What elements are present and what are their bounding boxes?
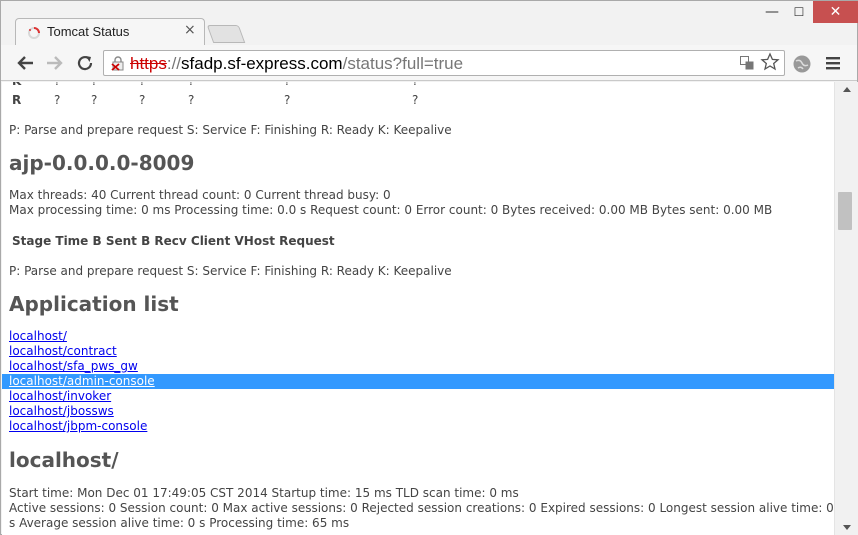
table-cell: ? [284,93,291,107]
url-host: sfadp.sf-express.com [181,54,343,73]
table-cell: ? [91,93,98,107]
insecure-lock-icon[interactable] [110,55,126,71]
forward-button[interactable] [43,52,67,74]
reload-button[interactable] [73,52,97,74]
connector-processing: Max processing time: 0 ms Processing tim… [9,203,773,217]
scroll-down-button[interactable] [835,521,858,535]
browser-window: Tomcat Status × — ☐ ✕ https://sfadp.sf-e… [0,0,858,535]
scrollbar-thumb[interactable] [838,192,852,230]
app-link-root[interactable]: localhost/ [2,329,834,344]
app-link-jbossws[interactable]: localhost/jbossws [2,404,834,419]
connector-title: ajp-0.0.0.0-8009 [9,151,195,175]
table-cell: ? [412,93,419,107]
vertical-scrollbar[interactable] [834,82,858,535]
app-detail-title: localhost/ [9,448,119,472]
app-link-invoker[interactable]: localhost/invoker [2,389,834,404]
app-sessions: Active sessions: 0 Session count: 0 Max … [9,501,834,515]
table-cell: ? [412,82,418,88]
application-list: localhost/ localhost/contract localhost/… [2,329,834,434]
table-cell: ? [139,93,146,107]
bookmark-star-icon[interactable] [760,52,780,72]
connector-threads: Max threads: 40 Current thread count: 0 … [9,188,391,202]
table-cell: ? [54,82,60,88]
reload-icon [77,55,93,71]
app-link-admin-console[interactable]: localhost/admin-console [2,374,834,389]
menu-hamburger-icon[interactable] [825,55,841,71]
table-cell: ? [139,82,145,88]
table-cell: ? [188,93,195,107]
app-session-times: s Average session alive time: 0 s Proces… [9,516,350,530]
scroll-down-arrow-icon [842,525,851,530]
tab-tomcat-status[interactable]: Tomcat Status × [15,18,205,46]
app-link-jbpm-console[interactable]: localhost/jbpm-console [2,419,834,434]
page-content: K ? ? ? ? ? ? R ? ? ? ? ? ? P: Parse and… [2,82,834,535]
table-cell: ? [188,82,194,88]
back-button[interactable] [13,52,37,74]
app-link-sfa-pws-gw[interactable]: localhost/sfa_pws_gw [2,359,834,374]
back-arrow-icon [17,56,33,70]
forward-arrow-icon [47,56,63,70]
table-row-label: K [12,82,21,88]
translate-icon[interactable] [740,56,754,70]
state-legend: P: Parse and prepare request S: Service … [9,123,452,137]
table-row-label: R [12,93,22,107]
extension-globe-icon[interactable] [792,54,812,74]
new-tab-button[interactable] [206,25,246,43]
browser-toolbar: https://sfadp.sf-express.com/status?full… [1,45,857,81]
app-start-time: Start time: Mon Dec 01 17:49:05 CST 2014… [9,486,519,500]
loading-spinner-icon [28,27,40,39]
table-cell: ? [284,82,290,88]
url-path: /status?full=true [342,54,464,73]
connector-state-legend: P: Parse and prepare request S: Service … [9,264,452,278]
address-bar[interactable]: https://sfadp.sf-express.com/status?full… [103,50,785,76]
app-link-contract[interactable]: localhost/contract [2,344,834,359]
tab-title: Tomcat Status [47,24,130,39]
scroll-up-arrow-icon [842,87,851,92]
table-cell: ? [91,82,97,88]
minimize-button[interactable]: — [759,1,785,23]
url-text[interactable]: https://sfadp.sf-express.com/status?full… [130,54,463,74]
url-separator: :// [166,54,182,73]
tab-close-icon[interactable]: × [184,22,196,38]
scroll-up-button[interactable] [835,82,858,96]
table-cell: ? [54,93,61,107]
close-window-button[interactable]: ✕ [813,1,858,23]
application-list-title: Application list [9,292,179,316]
connector-table-header: Stage Time B Sent B Recv Client VHost Re… [12,234,335,248]
url-scheme: https [130,54,167,73]
maximize-button[interactable]: ☐ [786,1,812,23]
title-bar: Tomcat Status × — ☐ ✕ [1,1,858,46]
